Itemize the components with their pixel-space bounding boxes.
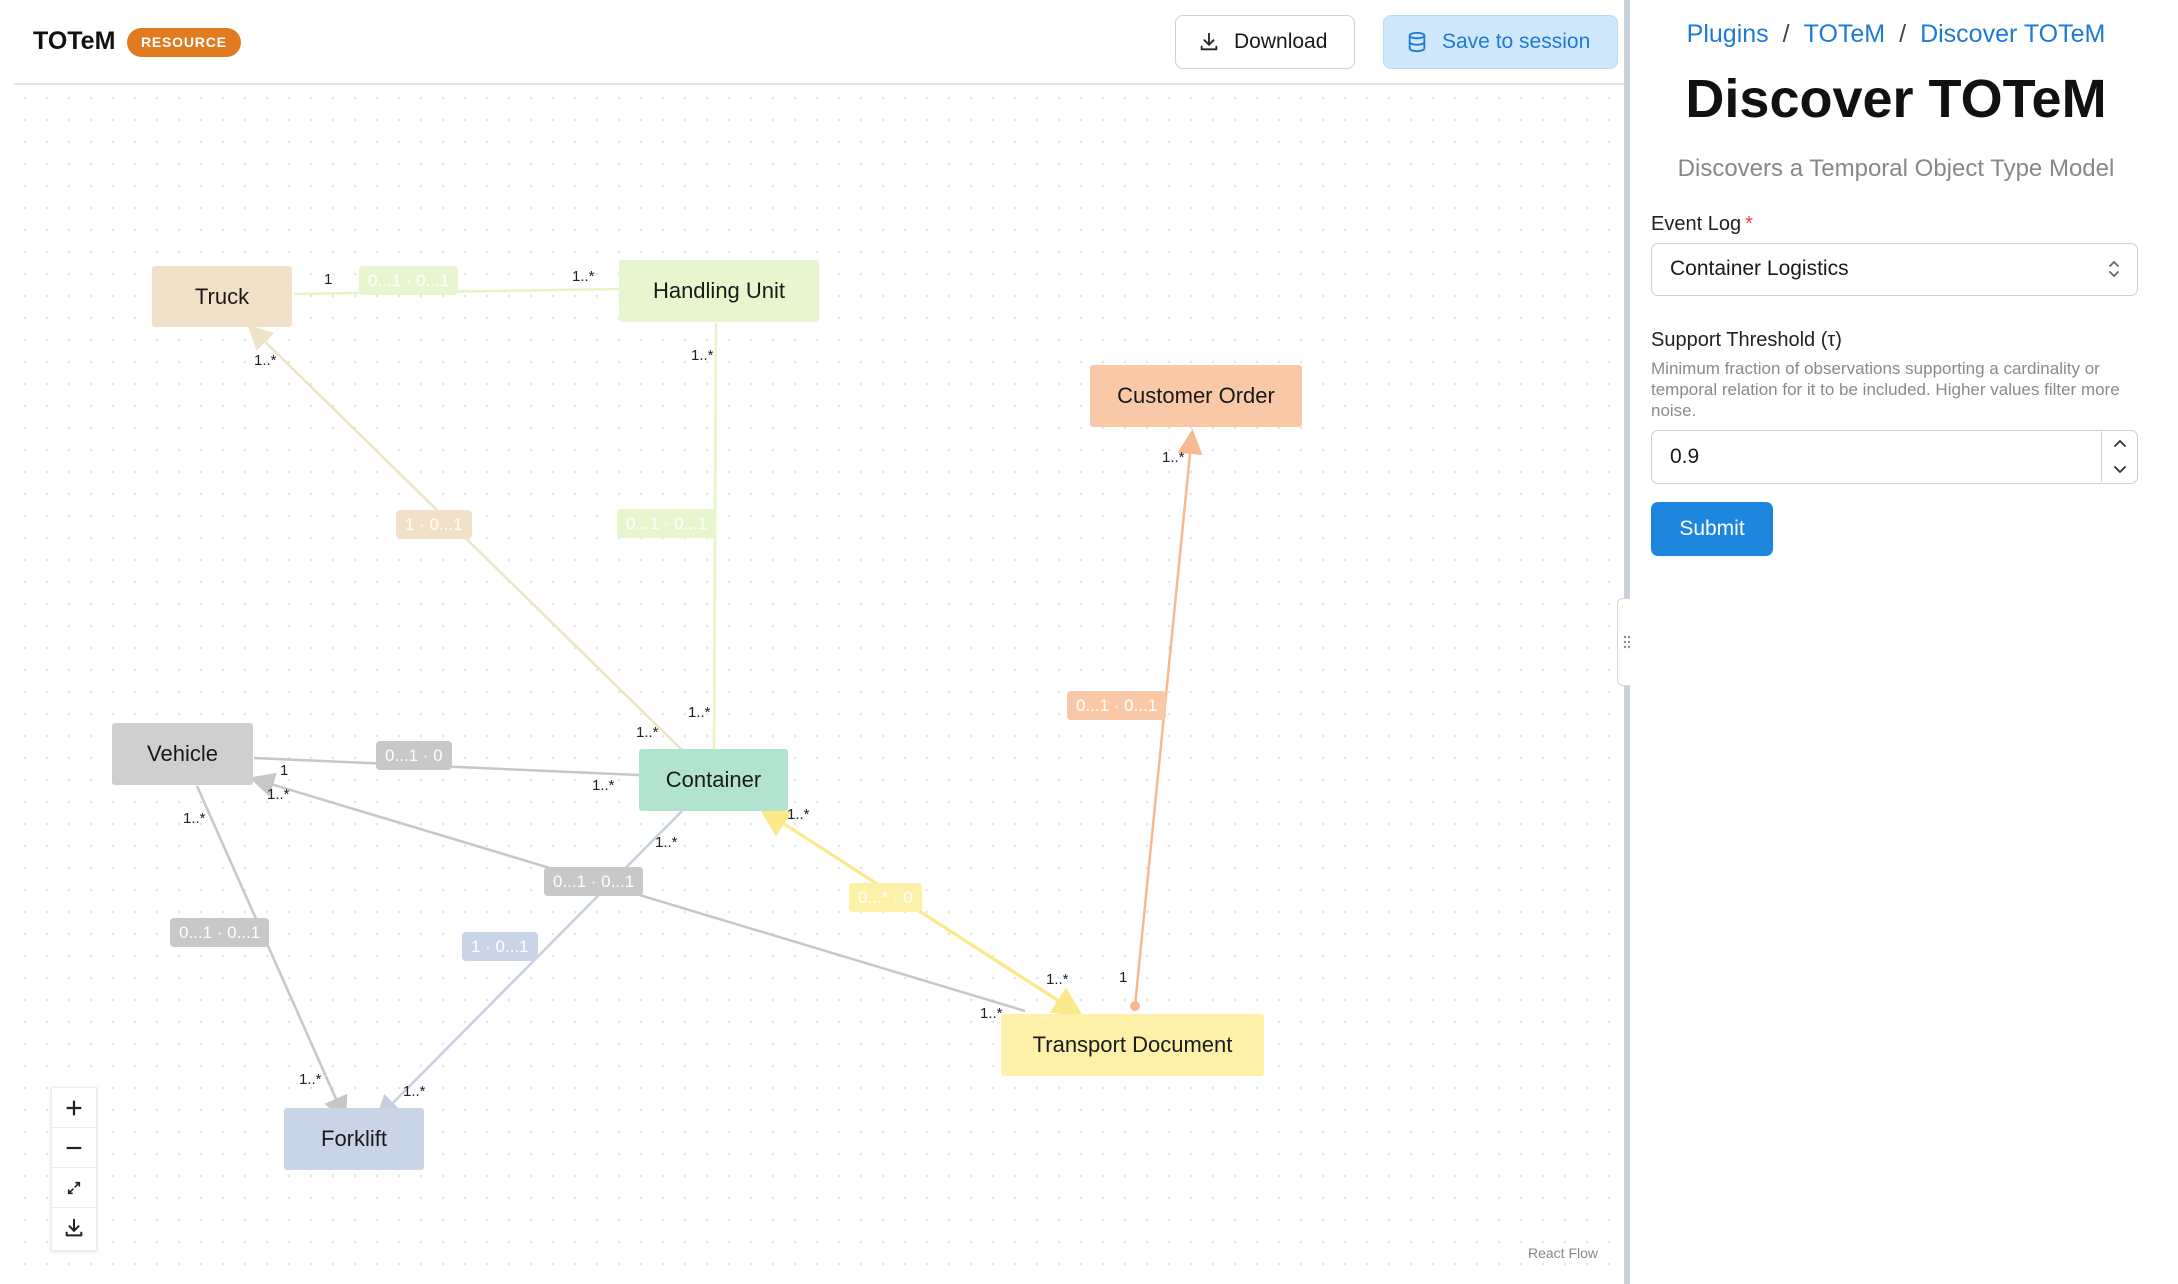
- card-truck-hu-truck: 1: [324, 271, 333, 288]
- graph-panel: TOTeM RESOURCE Download Save to session: [0, 0, 1624, 1284]
- card-truck-container-container: 1..*: [636, 724, 659, 741]
- react-flow-attribution[interactable]: React Flow: [1528, 1245, 1598, 1261]
- card-container-forklift-container: 1..*: [655, 834, 678, 851]
- breadcrumb-totem[interactable]: TOTeM: [1804, 20, 1886, 48]
- minus-icon: [66, 1146, 82, 1149]
- chevron-up-icon: [2113, 439, 2126, 447]
- node-vehicle[interactable]: Vehicle: [112, 723, 253, 785]
- download-icon: [65, 1218, 83, 1237]
- edge-label-vehicle-forklift: 0...1 · 0...1: [170, 918, 270, 947]
- support-threshold-input[interactable]: 0.9: [1651, 430, 2138, 484]
- edge-label-truck-container: 1 · 0...1: [396, 510, 472, 539]
- flow-canvas[interactable]: 0...1 · 0...1 1 · 0...1 0...1 · 0...1 0.…: [14, 87, 1624, 1284]
- edge-container-truck[interactable]: [247, 324, 683, 751]
- node-forklift[interactable]: Forklift: [284, 1108, 424, 1170]
- breadcrumb: Plugins / TOTeM / Discover TOTeM: [1686, 20, 2106, 48]
- edge-document-customer-order[interactable]: [1133, 429, 1203, 1007]
- resource-badge: RESOURCE: [127, 28, 241, 57]
- save-to-session-label: Save to session: [1442, 30, 1591, 53]
- page-subtitle: Discovers a Temporal Object Type Model: [1677, 155, 2115, 182]
- top-bar: TOTeM RESOURCE Download Save to session: [14, 0, 1624, 85]
- edge-document-order-dot: [1130, 1001, 1140, 1011]
- card-hu-container-container: 1..*: [688, 704, 711, 721]
- plus-icon: [66, 1100, 82, 1115]
- chevron-down-icon: [2113, 466, 2126, 474]
- card-truck-hu-hu: 1..*: [572, 268, 595, 285]
- zoom-out-button[interactable]: [52, 1128, 96, 1168]
- breadcrumb-discover-totem[interactable]: Discover TOTeM: [1920, 20, 2105, 48]
- card-order-doc-doc: 1: [1119, 969, 1128, 986]
- download-image-button[interactable]: [52, 1208, 96, 1248]
- submit-button[interactable]: Submit: [1651, 502, 1773, 556]
- event-log-select[interactable]: Container Logistics: [1651, 243, 2138, 296]
- edge-container-forklift[interactable]: [375, 810, 683, 1121]
- node-handling-unit[interactable]: Handling Unit: [619, 260, 819, 322]
- support-threshold-label: Support Threshold (τ): [1651, 329, 1842, 351]
- download-icon: [1200, 32, 1218, 51]
- edge-vehicle-forklift[interactable]: [195, 785, 348, 1122]
- edge-label-hu-container: 0...1 · 0...1: [617, 509, 717, 538]
- event-log-label-text: Event Log: [1651, 213, 1742, 235]
- support-threshold-help: Minimum fraction of observations support…: [1651, 359, 2120, 420]
- node-customer-order[interactable]: Customer Order: [1090, 365, 1302, 427]
- required-mark: *: [1745, 213, 1753, 235]
- card-hu-container-hu: 1..*: [691, 347, 714, 364]
- edge-label-container-doc: 0...* · 0: [849, 883, 922, 912]
- save-to-session-button[interactable]: Save to session: [1383, 15, 1618, 69]
- card-vehicle-container-vehicle: 1: [280, 762, 289, 779]
- event-log-value: Container Logistics: [1670, 257, 1849, 280]
- plugin-panel: Plugins / TOTeM / Discover TOTeM Discover TO…: [1630, 0, 2178, 1284]
- decrement-button[interactable]: [2102, 457, 2137, 483]
- node-transport-document[interactable]: Transport Document: [1001, 1014, 1264, 1076]
- card-container-doc-doc: 1..*: [1046, 971, 1069, 988]
- database-icon: [1408, 31, 1426, 53]
- card-vehicle-doc-doc: 1..*: [980, 1005, 1003, 1022]
- app-title: TOTeM: [33, 27, 116, 55]
- download-label: Download: [1234, 30, 1328, 53]
- download-button[interactable]: Download: [1175, 15, 1355, 69]
- increment-button[interactable]: [2102, 431, 2137, 457]
- card-vehicle-forklift-forklift: 1..*: [299, 1071, 322, 1088]
- page-title: Discover TOTeM: [1685, 69, 2107, 129]
- expand-icon: [67, 1181, 81, 1194]
- edge-container-document-head: [763, 809, 1084, 1017]
- app-root: TOTeM RESOURCE Download Save to session: [0, 0, 2178, 1284]
- node-truck[interactable]: Truck: [152, 266, 292, 327]
- card-container-forklift-forklift: 1..*: [403, 1083, 426, 1100]
- flow-controls: [51, 1087, 97, 1251]
- breadcrumb-plugins[interactable]: Plugins: [1687, 20, 1769, 48]
- fit-view-button[interactable]: [52, 1168, 96, 1208]
- chevron-updown-icon: [2109, 260, 2119, 278]
- card-vehicle-doc-vehicle: 1..*: [267, 786, 290, 803]
- edge-label-truck-hu: 0...1 · 0...1: [359, 266, 459, 295]
- card-order-doc-order: 1..*: [1162, 449, 1185, 466]
- zoom-in-button[interactable]: [52, 1088, 96, 1128]
- edge-label-order-doc: 0...1 · 0...1: [1067, 691, 1167, 720]
- node-container[interactable]: Container: [639, 749, 788, 811]
- edge-label-vehicle-container: 0...1 · 0: [376, 741, 452, 770]
- support-threshold-value: 0.9: [1670, 445, 1700, 468]
- card-vehicle-forklift-vehicle: 1..*: [183, 810, 206, 827]
- card-vehicle-container-container: 1..*: [592, 777, 615, 794]
- edge-label-container-forklift: 1 · 0...1: [462, 932, 538, 961]
- number-stepper: [2101, 431, 2137, 482]
- edge-label-vehicle-doc: 0...1 · 0...1: [544, 867, 644, 896]
- event-log-label: Event Log *: [1651, 213, 1753, 236]
- card-container-doc-container: 1..*: [787, 806, 810, 823]
- card-truck-container-truck: 1..*: [254, 352, 277, 369]
